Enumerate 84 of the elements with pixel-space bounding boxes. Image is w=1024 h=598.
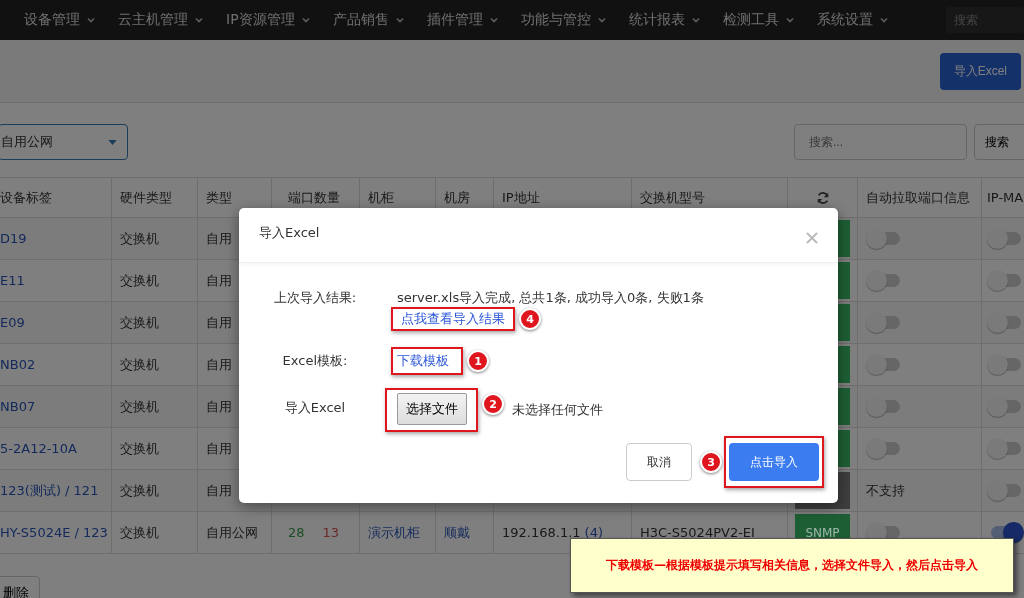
nav-menu-item[interactable]: 产品销售: [332, 11, 405, 29]
delete-button[interactable]: 删除: [0, 576, 40, 598]
download-template-link[interactable]: 下载模板: [397, 352, 449, 370]
column-header: 自动拉取端口信息: [866, 188, 970, 207]
table-cell: 自用公网: [206, 523, 258, 542]
nav-menu-item[interactable]: 设备管理: [24, 11, 96, 29]
chevron-icon: [194, 15, 204, 25]
dialog-title: 导入Excel: [259, 224, 320, 242]
nav-menu-item[interactable]: IP资源管理: [226, 11, 311, 29]
caret-icon: [108, 139, 117, 145]
nav-menu-item[interactable]: 系统设置: [816, 11, 889, 29]
table-cell: 自用: [206, 397, 232, 416]
import-excel-button[interactable]: 导入Excel: [939, 52, 1021, 90]
device-label-link[interactable]: E11: [0, 273, 25, 288]
search-field[interactable]: 搜索...: [794, 124, 967, 160]
field-label: 上次导入结果:: [272, 289, 358, 307]
table-cell: 自用: [206, 439, 232, 458]
cancel-button[interactable]: 取消: [626, 443, 692, 481]
chevron-icon: [596, 15, 607, 25]
table-cell: 自用: [206, 355, 232, 374]
table-cell: 交换机: [120, 313, 159, 332]
column-header: IP地址: [502, 188, 540, 207]
table-cell: 交换机: [120, 355, 159, 374]
device-label-link[interactable]: 5-2A12-10A: [0, 441, 77, 456]
table-cell: 交换机: [120, 397, 159, 416]
device-label-link[interactable]: NB02: [0, 357, 36, 372]
chevron-icon: [488, 15, 499, 25]
table-cell: 交换机: [120, 523, 159, 542]
view-result-link[interactable]: 点我查看导入结果: [401, 310, 505, 328]
ip-count-link[interactable]: (4): [584, 525, 603, 540]
device-label-link[interactable]: E09: [0, 315, 25, 330]
instruction-note: 下载模板—根据模板提示填写相关信息，选择文件导入，然后点击导入: [570, 538, 1014, 593]
chevron-icon: [784, 15, 795, 25]
nav-menu-item[interactable]: 统计报表: [628, 11, 701, 29]
column-header: 机房: [444, 188, 470, 207]
network-select[interactable]: 自用公网: [0, 124, 128, 160]
import-result-text: server.xls导入完成, 总共1条, 成功导入0条, 失败1条: [397, 289, 704, 307]
table-cell: 不支持: [866, 481, 905, 500]
chevron-icon: [300, 15, 311, 25]
table-cell: 自用: [206, 481, 232, 500]
column-header: 交换机型号: [640, 188, 705, 207]
column-header: 机柜: [368, 188, 394, 207]
column-header: 设备标签: [0, 188, 52, 207]
search-button[interactable]: 搜索: [974, 124, 1024, 160]
cabinet-link[interactable]: 演示机柜: [368, 523, 420, 542]
field-label: Excel模板:: [281, 352, 349, 370]
table-cell: 交换机: [120, 481, 159, 500]
port-count-down: 13: [322, 525, 340, 540]
table-cell: 自用: [206, 271, 232, 290]
chevron-icon: [690, 15, 701, 25]
file-status-text: 未选择任何文件: [512, 401, 603, 419]
port-count-up: 28: [288, 525, 305, 540]
table-cell: 交换机: [120, 439, 159, 458]
column-header: 硬件类型: [120, 188, 172, 207]
column-header: 类型: [206, 188, 232, 207]
table-cell: 自用: [206, 229, 232, 248]
nav-menu-item[interactable]: 检测工具: [722, 11, 795, 29]
column-header: 端口数量: [288, 188, 340, 207]
device-label-link[interactable]: NB07: [0, 399, 36, 414]
field-label: 导入Excel: [283, 399, 347, 417]
chevron-icon: [394, 15, 405, 25]
nav-menu-item[interactable]: 云主机管理: [118, 11, 204, 29]
refresh-icon[interactable]: [815, 190, 830, 205]
table-cell: 自用: [206, 313, 232, 332]
device-label-link[interactable]: D19: [0, 231, 27, 246]
table-cell: 交换机: [120, 271, 159, 290]
import-button[interactable]: 点击导入: [729, 443, 819, 481]
ip-address: 192.168.1.1: [502, 525, 581, 540]
step-badge: 4: [519, 308, 541, 330]
table-cell: 交换机: [120, 229, 159, 248]
close-icon[interactable]: [806, 232, 818, 244]
step-badge: 3: [700, 451, 722, 473]
chevron-icon: [878, 15, 889, 25]
device-label-link[interactable]: 123(测试) / 121: [0, 481, 99, 500]
device-label-link[interactable]: HY-S5024E / 123: [0, 525, 108, 540]
choose-file-button[interactable]: 选择文件: [397, 393, 467, 425]
nav-menu-item[interactable]: 功能与管控: [520, 11, 607, 29]
column-header: IP-MA: [987, 190, 1024, 205]
room-link[interactable]: 顺戴: [444, 523, 470, 542]
table-cell: H3C-S5024PV2-EI: [640, 525, 755, 540]
nav-menu-item[interactable]: 插件管理: [426, 11, 499, 29]
step-badge: 1: [467, 350, 489, 372]
chevron-icon: [86, 15, 96, 25]
step-badge: 2: [482, 393, 504, 415]
